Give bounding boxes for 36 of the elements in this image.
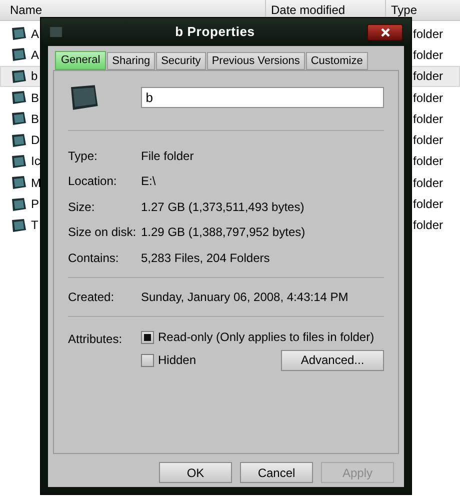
property-value: 5,283 Files, 204 Folders <box>141 250 270 267</box>
property-value: 1.27 GB (1,373,511,493 bytes) <box>141 198 304 216</box>
property-value: Sunday, January 06, 2008, 4:43:14 PM <box>141 288 348 306</box>
property-label: Location: <box>68 173 118 190</box>
property-label: Type: <box>68 148 98 165</box>
file-type: folder <box>413 132 444 150</box>
property-value: 1.29 GB (1,388,797,952 bytes) <box>141 224 306 242</box>
property-label: Size: <box>68 198 96 216</box>
file-name: b <box>31 68 38 86</box>
file-name: B <box>31 110 40 128</box>
file-name: B <box>31 90 40 107</box>
property-value: File folder <box>141 148 194 165</box>
property-label: Attributes: <box>68 330 124 348</box>
property-label: Size on disk: <box>68 224 138 242</box>
file-name: M <box>31 174 41 192</box>
property-label: Created: <box>68 288 116 306</box>
property-value: E:\ <box>141 173 156 190</box>
file-name: Ic <box>31 153 40 170</box>
file-type: folder <box>413 174 444 192</box>
file-type: folder <box>413 153 444 170</box>
file-name: P <box>31 196 40 214</box>
file-type: folder <box>413 46 444 64</box>
file-type: folder <box>413 217 444 234</box>
file-type: folder <box>413 90 444 107</box>
file-name: A <box>31 26 40 43</box>
checkbox-label: Read-only (Only applies to files in folder) <box>158 329 374 346</box>
property-label: Contains: <box>68 250 120 267</box>
file-type: folder <box>413 68 444 86</box>
file-name: D <box>31 132 40 150</box>
file-type: folder <box>413 26 444 43</box>
window-title: b Properties <box>174 23 256 42</box>
file-name: T <box>31 217 38 234</box>
file-name: A <box>31 46 40 64</box>
file-type: folder <box>413 110 444 128</box>
file-type: folder <box>413 196 444 214</box>
checkbox-label: Hidden <box>158 352 196 369</box>
